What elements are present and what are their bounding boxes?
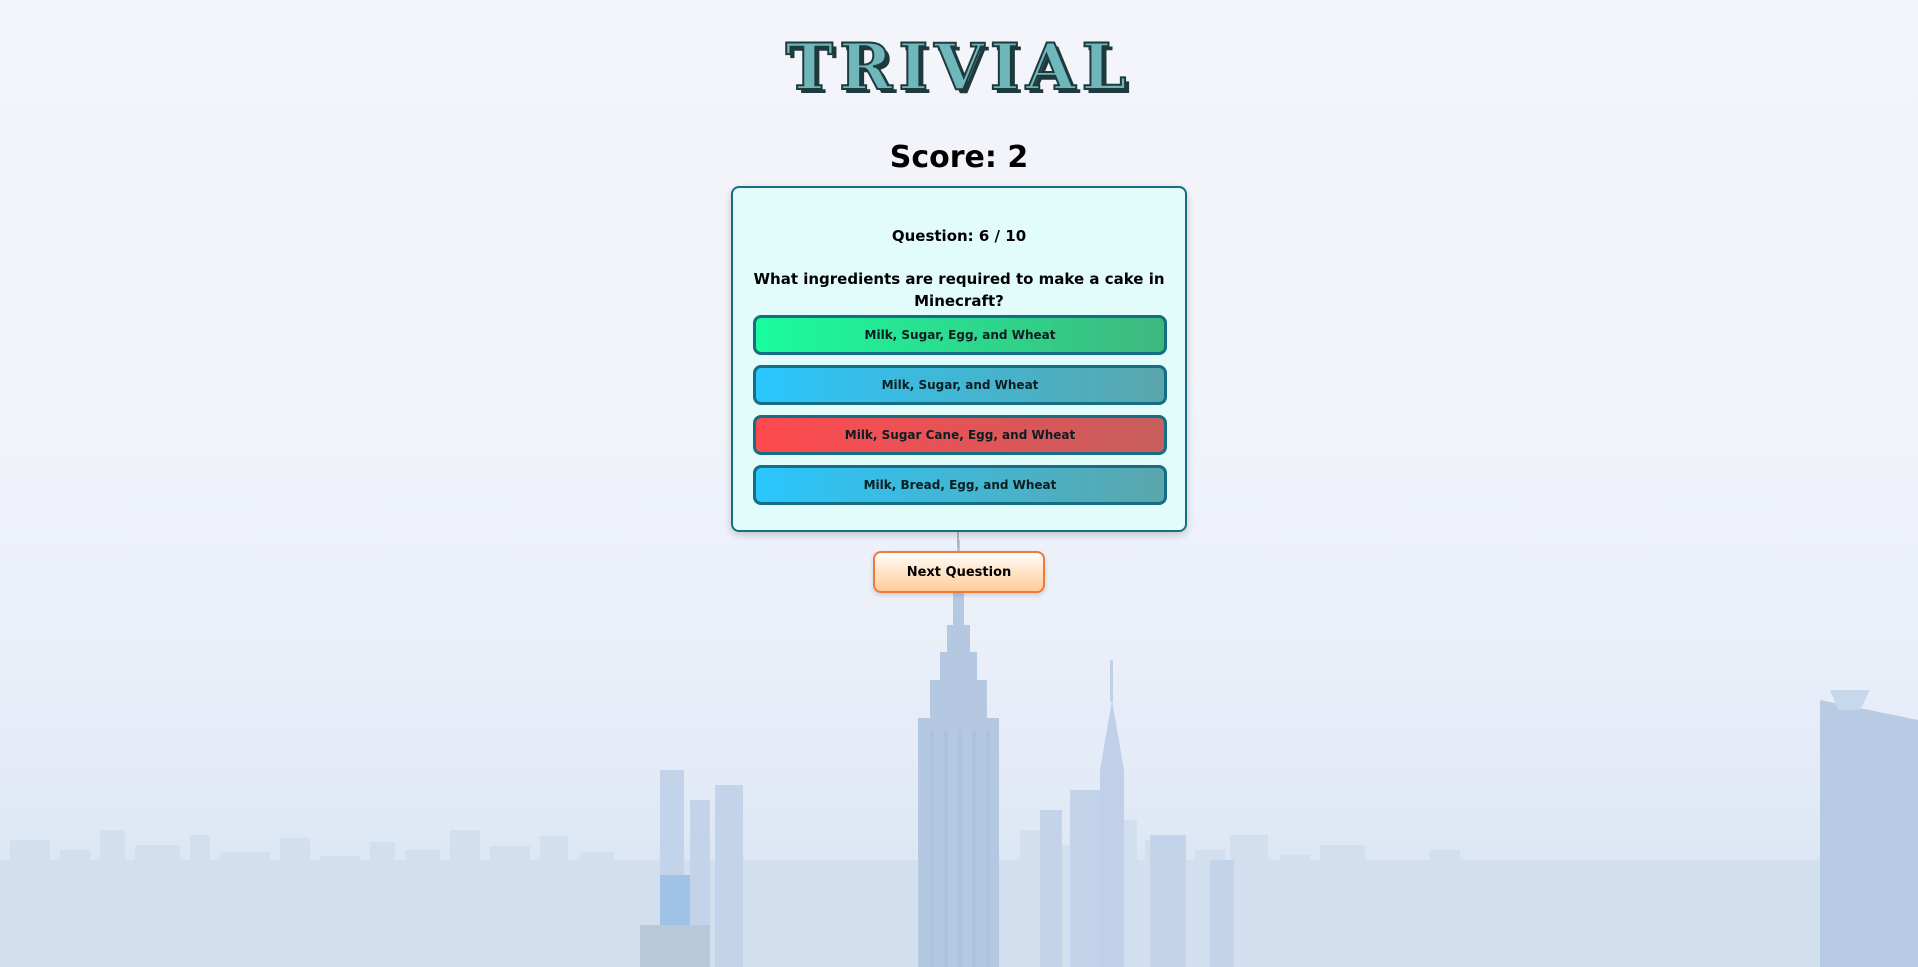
answer-label: Milk, Sugar, Egg, and Wheat [864, 328, 1056, 342]
app-logo: TRIVIAL [785, 29, 1133, 106]
next-question-button[interactable]: Next Question [873, 551, 1045, 593]
question-card: Question: 6 / 10 What ingredients are re… [731, 186, 1187, 532]
answer-label: Milk, Bread, Egg, and Wheat [863, 478, 1057, 492]
answer-label: Milk, Sugar, and Wheat [881, 378, 1039, 392]
trivia-app: TRIVIAL Score: 2 Question: 6 / 10 What i… [0, 0, 1918, 967]
answer-button-correct[interactable]: Milk, Sugar, Egg, and Wheat [753, 315, 1167, 355]
answer-button-wrong[interactable]: Milk, Sugar Cane, Egg, and Wheat [753, 415, 1167, 455]
score-display: Score: 2 [889, 140, 1029, 175]
answer-button[interactable]: Milk, Bread, Egg, and Wheat [753, 465, 1167, 505]
question-text: What ingredients are required to make a … [753, 270, 1165, 310]
answer-button[interactable]: Milk, Sugar, and Wheat [753, 365, 1167, 405]
question-counter: Question: 6 / 10 [891, 227, 1027, 245]
answer-label: Milk, Sugar Cane, Egg, and Wheat [844, 428, 1076, 442]
